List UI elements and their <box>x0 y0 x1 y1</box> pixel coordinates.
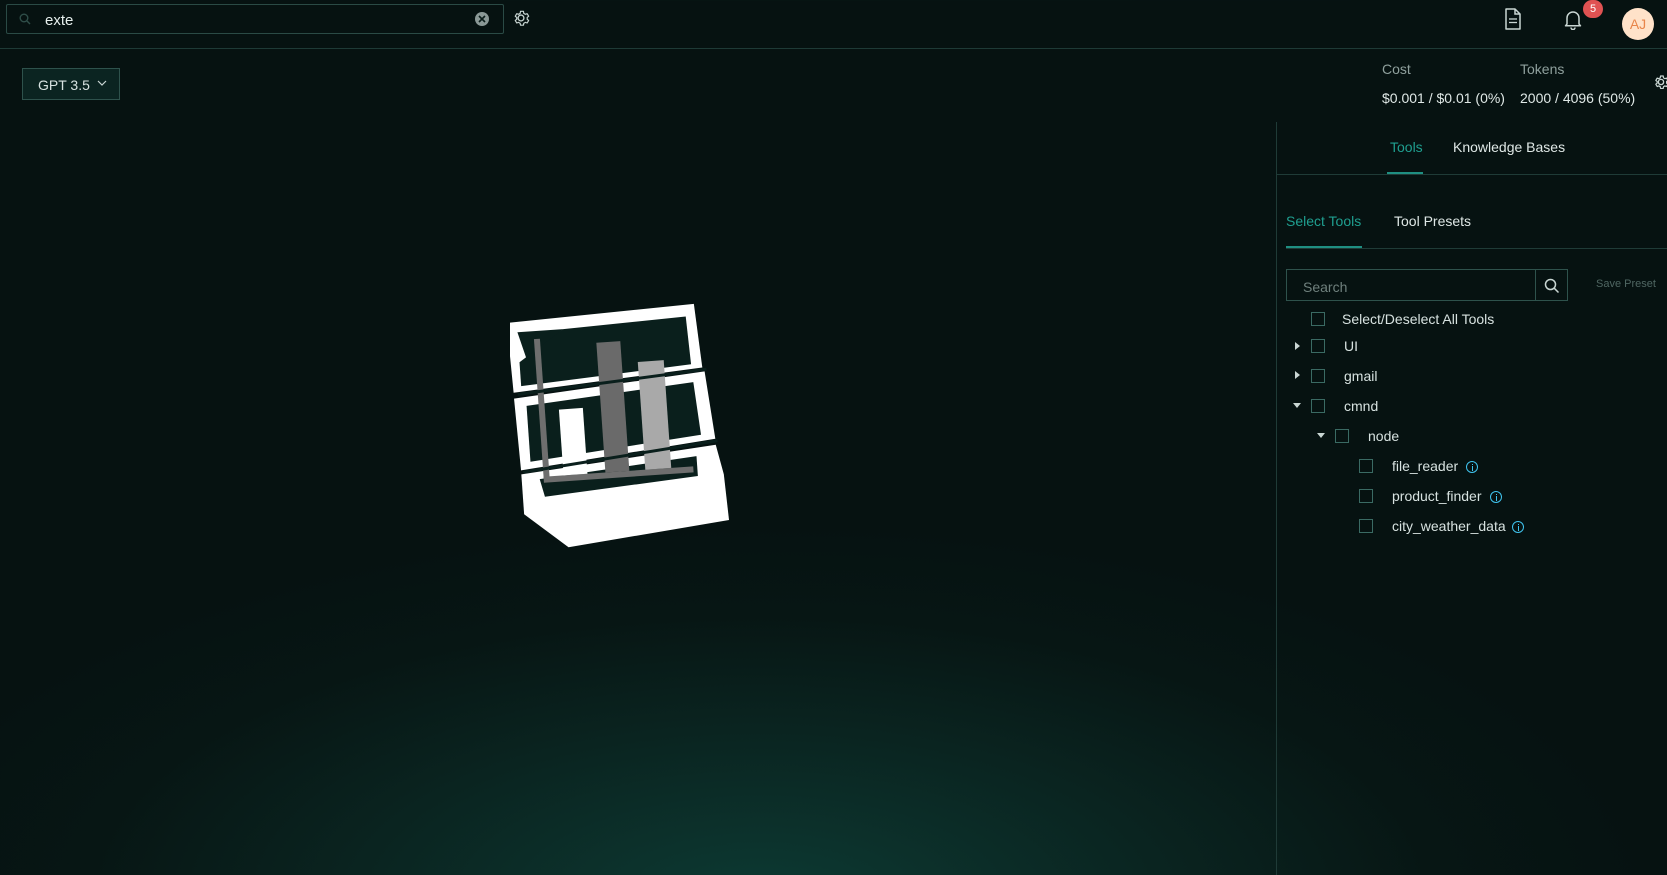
tool-label-product-finder: product_finder <box>1392 488 1482 504</box>
subgroup-label-node: node <box>1368 428 1400 444</box>
caret-right-icon[interactable] <box>1295 342 1300 350</box>
subtabs-divider <box>1286 248 1667 249</box>
group-label-cmnd: cmnd <box>1344 398 1379 414</box>
tool-search-button[interactable] <box>1536 269 1568 301</box>
tabs-divider <box>1277 174 1667 175</box>
tool-search[interactable] <box>1286 269 1536 301</box>
subgroup-checkbox-node[interactable] <box>1335 429 1349 443</box>
group-checkbox-cmnd[interactable] <box>1311 399 1325 413</box>
tab-select-tools[interactable]: Select Tools <box>1286 213 1361 229</box>
tokens-label: Tokens <box>1520 61 1565 77</box>
tool-checkbox-product-finder[interactable] <box>1359 489 1373 503</box>
group-checkbox-ui[interactable] <box>1311 339 1325 353</box>
tool-checkbox-file-reader[interactable] <box>1359 459 1373 473</box>
clear-icon[interactable] <box>475 12 489 26</box>
cost-label: Cost <box>1382 61 1411 77</box>
document-icon[interactable] <box>1503 8 1523 30</box>
select-all-checkbox[interactable] <box>1311 312 1325 326</box>
chevron-down-icon <box>97 80 107 86</box>
save-preset-button[interactable]: Save Preset <box>1596 278 1656 290</box>
global-search[interactable] <box>6 4 504 34</box>
avatar[interactable]: AJ <box>1622 8 1654 40</box>
model-select-label: GPT 3.5 <box>38 77 90 93</box>
tab-tool-presets[interactable]: Tool Presets <box>1394 213 1471 229</box>
select-all-label: Select/Deselect All Tools <box>1342 311 1495 327</box>
search-icon <box>1544 278 1560 294</box>
info-icon[interactable] <box>1490 491 1502 503</box>
caret-down-icon[interactable] <box>1293 403 1301 408</box>
bell-icon[interactable] <box>1562 8 1584 30</box>
info-icon[interactable] <box>1466 461 1478 473</box>
group-label-gmail: gmail <box>1344 368 1378 384</box>
notification-badge: 5 <box>1583 0 1603 18</box>
gear-icon[interactable] <box>1652 73 1667 91</box>
tab-tools[interactable]: Tools <box>1390 139 1423 155</box>
model-select[interactable]: GPT 3.5 <box>22 68 120 100</box>
search-icon <box>19 13 31 25</box>
cost-value: $0.001 / $0.01 (0%) <box>1382 90 1505 106</box>
app-logo <box>510 303 730 548</box>
tab-knowledge-bases[interactable]: Knowledge Bases <box>1453 139 1565 155</box>
info-icon[interactable] <box>1512 521 1524 533</box>
tool-search-input[interactable] <box>1301 276 1525 298</box>
gear-icon[interactable] <box>511 8 531 28</box>
top-bar: 5 AJ <box>0 0 1667 49</box>
tool-label-file-reader: file_reader <box>1392 458 1459 474</box>
tool-label-city-weather-data: city_weather_data <box>1392 518 1506 534</box>
tool-checkbox-city-weather-data[interactable] <box>1359 519 1373 533</box>
global-search-input[interactable] <box>43 8 477 32</box>
caret-right-icon[interactable] <box>1295 371 1300 379</box>
group-label-ui: UI <box>1344 338 1358 354</box>
group-checkbox-gmail[interactable] <box>1311 369 1325 383</box>
tokens-value: 2000 / 4096 (50%) <box>1520 90 1636 106</box>
caret-down-icon[interactable] <box>1317 433 1325 438</box>
